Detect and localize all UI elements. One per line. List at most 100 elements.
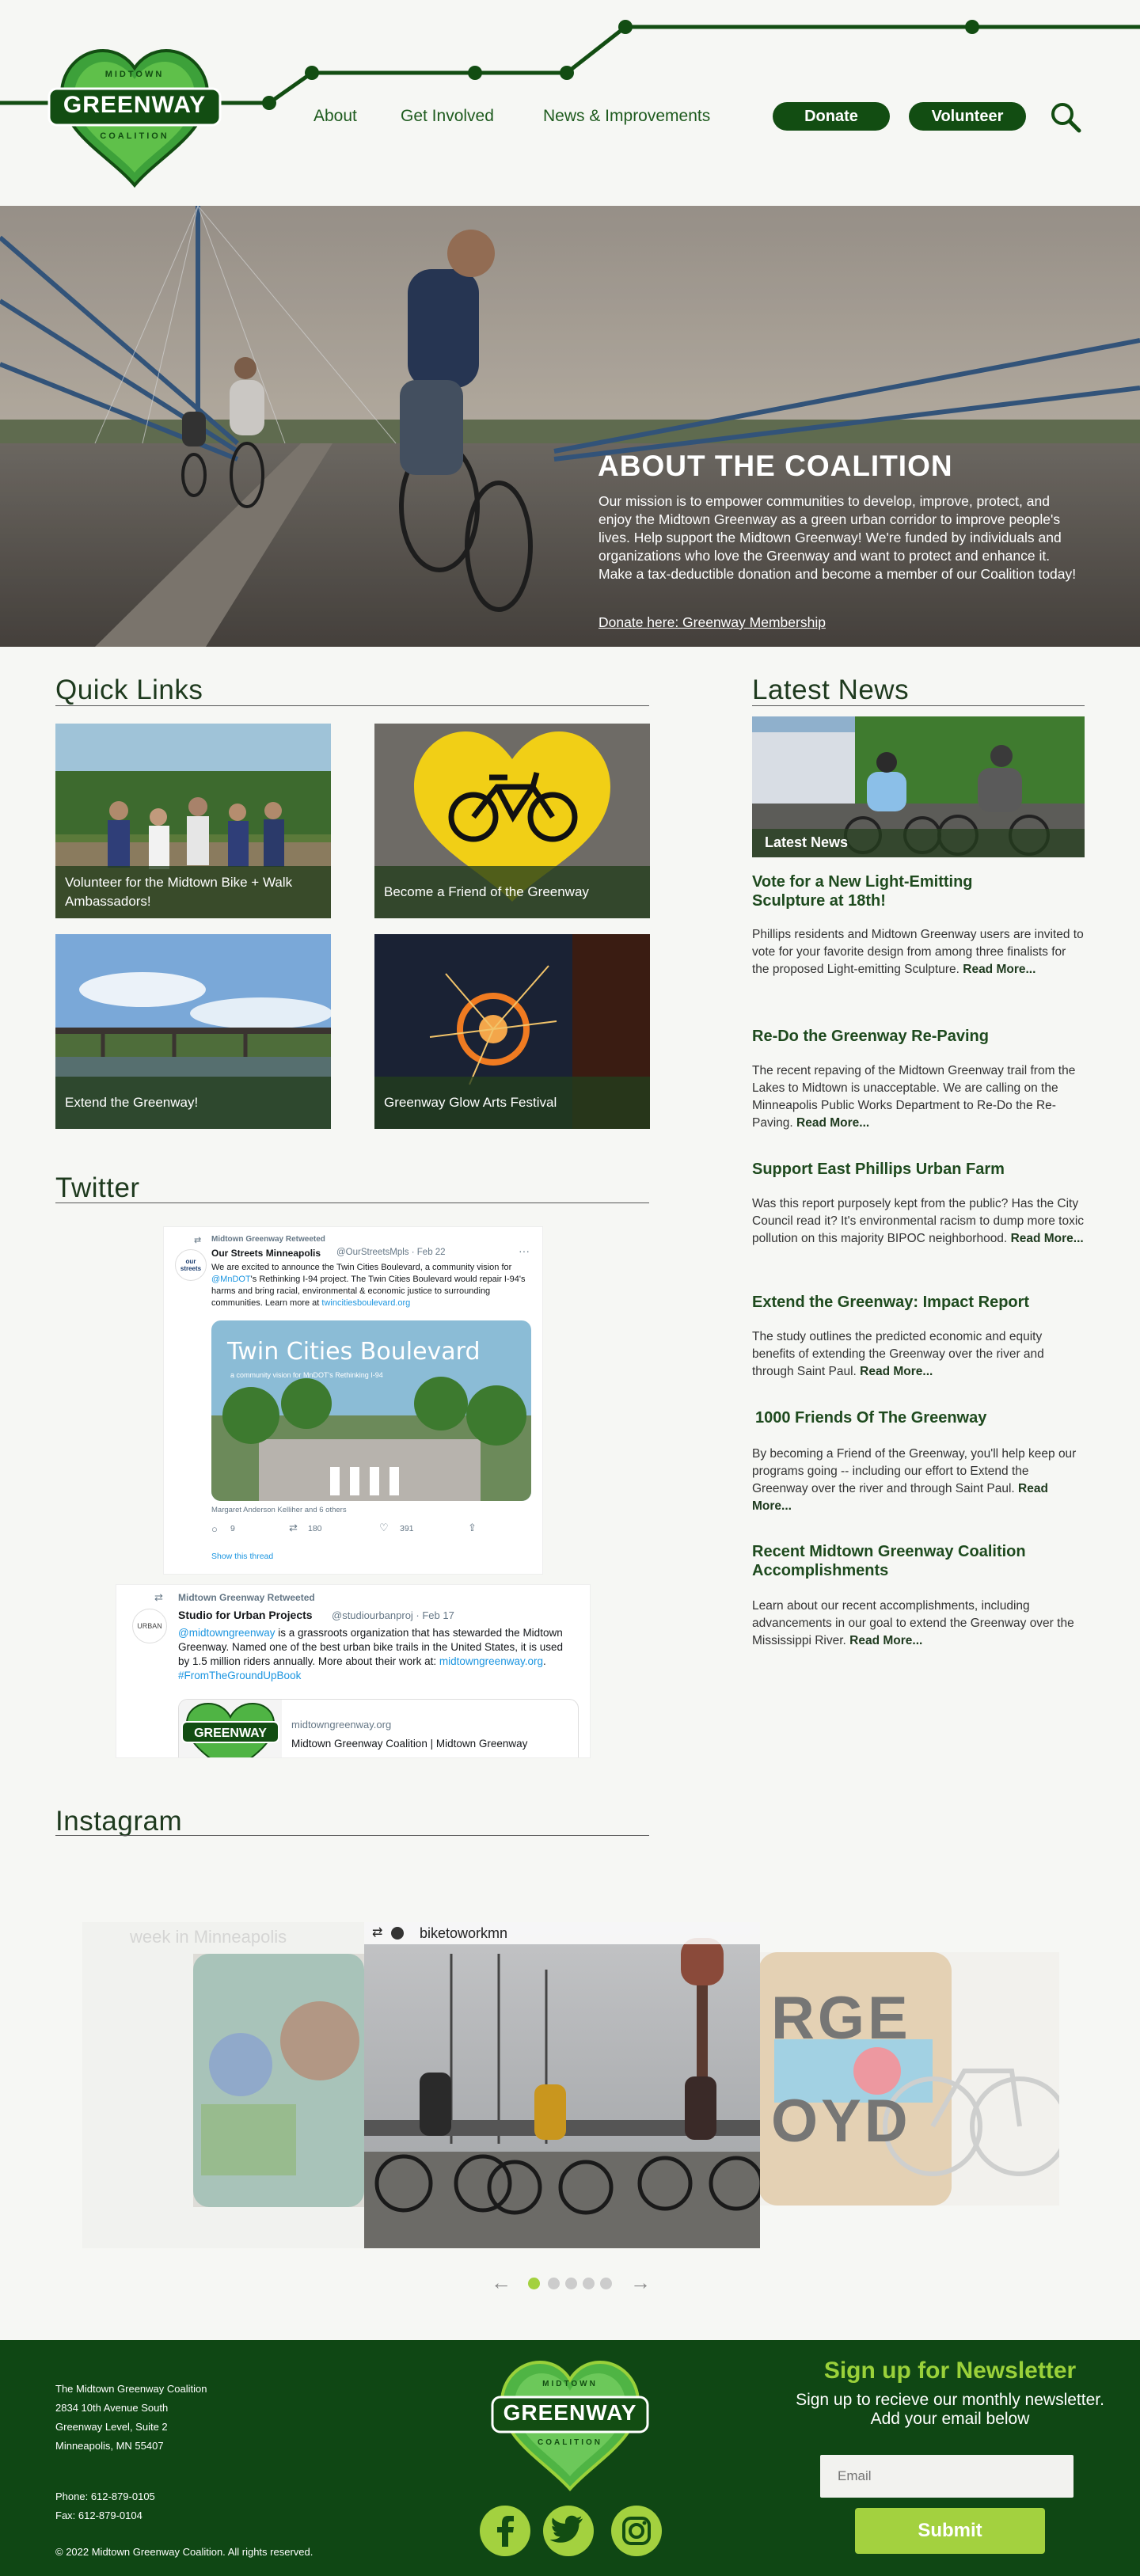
news-body-5: By becoming a Friend of the Greenway, yo… bbox=[752, 1446, 1085, 1515]
svg-text:GREENWAY: GREENWAY bbox=[194, 1727, 267, 1740]
tweet-2-card-domain: midtowngreenway.org bbox=[291, 1719, 392, 1731]
tweet-1-replies: 9 bbox=[230, 1524, 235, 1533]
read-more-link-1[interactable]: Read More... bbox=[963, 963, 1036, 976]
logo-text: GREENWAY bbox=[63, 92, 207, 118]
volunteer-button[interactable]: Volunteer bbox=[909, 102, 1026, 131]
carousel-prev-icon[interactable]: ← bbox=[491, 2270, 511, 2295]
footer-logo-text: GREENWAY bbox=[503, 2400, 637, 2425]
hero-title: ABOUT THE COALITION bbox=[598, 450, 953, 482]
instagram-repost-icon: ⇄ bbox=[372, 1926, 383, 1940]
news-title-1[interactable]: Vote for a New Light-Emitting Sculpture … bbox=[752, 872, 1013, 910]
nav-get-involved[interactable]: Get Involved bbox=[401, 107, 494, 126]
tweet-1-mention[interactable]: @MnDOT bbox=[211, 1275, 251, 1284]
latest-news-rule bbox=[752, 705, 1085, 706]
latest-news-title: Latest News bbox=[752, 674, 910, 705]
nav-about[interactable]: About bbox=[314, 107, 357, 126]
submit-button[interactable]: Submit bbox=[855, 2508, 1045, 2554]
carousel-dot-5[interactable] bbox=[600, 2278, 612, 2289]
quick-links-rule bbox=[55, 705, 649, 706]
greenway-logo[interactable]: GREENWAY MIDTOWN COALITION bbox=[48, 46, 222, 188]
facebook-icon[interactable] bbox=[480, 2506, 530, 2556]
quick-link-volunteer-caption: Volunteer for the Midtown Bike + Walk Am… bbox=[55, 866, 331, 918]
twitter-icon[interactable] bbox=[543, 2506, 594, 2556]
nav-news-improvements[interactable]: News & Improvements bbox=[543, 107, 710, 126]
news-title-5[interactable]: 1000 Friends Of The Greenway bbox=[755, 1408, 986, 1427]
footer-phone: Phone: 612-879-0105 bbox=[55, 2491, 155, 2502]
news-title-6[interactable]: Recent Midtown Greenway Coalition Accomp… bbox=[752, 1542, 1069, 1580]
instagram-rule bbox=[55, 1835, 649, 1836]
tweet-2-mention[interactable]: @midtowngreenway bbox=[178, 1627, 276, 1639]
tweet-1-author[interactable]: Our Streets Minneapolis bbox=[211, 1248, 321, 1259]
instagram-icon[interactable] bbox=[611, 2506, 662, 2556]
hero-text: Our mission is to empower communities to… bbox=[598, 493, 1077, 582]
reply-icon[interactable]: ○ bbox=[211, 1523, 218, 1535]
carousel-dot-3[interactable] bbox=[565, 2278, 577, 2289]
footer-address-line-3: Greenway Level, Suite 2 bbox=[55, 2421, 168, 2433]
instagram-right-art-1: RGE bbox=[771, 1985, 911, 2052]
read-more-link-2[interactable]: Read More... bbox=[796, 1116, 869, 1130]
footer-address-line-4: Minneapolis, MN 55407 bbox=[55, 2440, 164, 2452]
instagram-slide-left[interactable]: week in Minneapolis bbox=[82, 1922, 364, 2248]
logo-top-text: MIDTOWN bbox=[104, 70, 165, 79]
tweet-2-link[interactable]: midtowngreenway.org bbox=[439, 1655, 543, 1667]
tweet-1-likes: 391 bbox=[400, 1524, 414, 1533]
quick-link-volunteer[interactable]: Volunteer for the Midtown Bike + Walk Am… bbox=[55, 724, 331, 918]
instagram-username[interactable]: biketoworkmn bbox=[420, 1925, 507, 1942]
retweet-count-icon[interactable]: ⇄ bbox=[289, 1522, 298, 1534]
donate-membership-link[interactable]: Donate here: Greenway Membership bbox=[598, 614, 826, 631]
tweet-2[interactable]: ⇄ Midtown Greenway Retweeted URBAN Studi… bbox=[116, 1584, 591, 1758]
tweet-1-handle: @OurStreetsMpls · Feb 22 bbox=[336, 1248, 446, 1257]
footer-logo-top-text: MIDTOWN bbox=[542, 2380, 598, 2388]
tweet-2-author[interactable]: Studio for Urban Projects bbox=[178, 1609, 313, 1621]
footer-logo[interactable]: GREENWAY MIDTOWN COALITION bbox=[489, 2358, 651, 2492]
news-body-2: The recent repaving of the Midtown Green… bbox=[752, 1062, 1085, 1132]
email-field[interactable] bbox=[820, 2455, 1074, 2498]
read-more-link-3[interactable]: Read More... bbox=[1011, 1232, 1084, 1245]
tweet-1-retweeted: Midtown Greenway Retweeted bbox=[211, 1235, 325, 1244]
carousel-dot-4[interactable] bbox=[583, 2278, 595, 2289]
search-icon[interactable] bbox=[1048, 100, 1083, 135]
news-body-1: Phillips residents and Midtown Greenway … bbox=[752, 926, 1085, 978]
tweet-2-hashtag[interactable]: #FromTheGroundUpBook bbox=[178, 1670, 301, 1681]
carousel-dot-1[interactable] bbox=[528, 2278, 540, 2289]
instagram-title: Instagram bbox=[55, 1806, 183, 1837]
tweet-1-link[interactable]: twincitiesboulevard.org bbox=[321, 1298, 410, 1308]
tweet-1-image[interactable]: Twin Cities Boulevard a community vision… bbox=[211, 1320, 531, 1501]
read-more-link-4[interactable]: Read More... bbox=[860, 1365, 933, 1378]
tweet-2-card-image: GREENWAY bbox=[179, 1700, 282, 1757]
tweet-2-avatar-text: URBAN bbox=[137, 1622, 162, 1630]
news-title-4[interactable]: Extend the Greenway: Impact Report bbox=[752, 1293, 1029, 1312]
quick-links-title: Quick Links bbox=[55, 674, 203, 705]
quick-link-extend-caption: Extend the Greenway! bbox=[55, 1077, 331, 1129]
newsletter-subtitle: Sign up to recieve our monthly newslette… bbox=[796, 2391, 1104, 2428]
show-thread-link[interactable]: Show this thread bbox=[211, 1552, 273, 1561]
instagram-left-caption: week in Minneapolis bbox=[130, 1927, 287, 1947]
instagram-slide-center[interactable]: ⇄ biketoworkmn bbox=[364, 1922, 760, 2248]
tweet-1-more-icon[interactable]: ··· bbox=[519, 1244, 530, 1257]
quick-link-friend[interactable]: Become a Friend of the Greenway bbox=[374, 724, 650, 918]
news-title-3[interactable]: Support East Phillips Urban Farm bbox=[752, 1160, 1005, 1179]
news-body-3: Was this report purposely kept from the … bbox=[752, 1195, 1085, 1248]
latest-news-image[interactable]: Latest News bbox=[752, 716, 1085, 857]
carousel-dot-2[interactable] bbox=[548, 2278, 560, 2289]
read-more-link-6[interactable]: Read More... bbox=[849, 1634, 922, 1647]
tweet-2-retweeted: Midtown Greenway Retweeted bbox=[178, 1592, 315, 1603]
tweet-2-link-card[interactable]: GREENWAY midtowngreenway.org Midtown Gre… bbox=[178, 1699, 579, 1757]
tweet-1-image-subtitle: a community vision for MnDOT's Rethinkin… bbox=[230, 1371, 383, 1379]
logo-bottom-text: COALITION bbox=[100, 131, 169, 141]
tweet-1[interactable]: ⇄ Midtown Greenway Retweeted our streets… bbox=[163, 1226, 543, 1575]
quick-link-glow[interactable]: Greenway Glow Arts Festival bbox=[374, 934, 650, 1129]
donate-button[interactable]: Donate bbox=[773, 102, 890, 131]
instagram-right-art-2: OYD bbox=[771, 2088, 911, 2155]
like-icon[interactable]: ♡ bbox=[379, 1522, 389, 1534]
news-title-2[interactable]: Re-Do the Greenway Re-Paving bbox=[752, 1027, 989, 1046]
footer-contact: Phone: 612-879-0105 Fax: 612-879-0104 bbox=[55, 2487, 155, 2525]
carousel-next-icon[interactable]: → bbox=[630, 2270, 651, 2295]
tweet-2-text: @midtowngreenway is a grassroots organiz… bbox=[178, 1627, 564, 1681]
share-icon[interactable]: ⇪ bbox=[468, 1522, 477, 1534]
instagram-slide-right[interactable]: RGE OYD bbox=[758, 1952, 1059, 2206]
tweet-1-liked-by: Margaret Anderson Kelliher and 6 others bbox=[211, 1506, 347, 1514]
footer-logo-bottom-text: COALITION bbox=[538, 2438, 602, 2447]
quick-link-extend[interactable]: Extend the Greenway! bbox=[55, 934, 331, 1129]
footer-address-line-1: The Midtown Greenway Coalition bbox=[55, 2383, 207, 2395]
